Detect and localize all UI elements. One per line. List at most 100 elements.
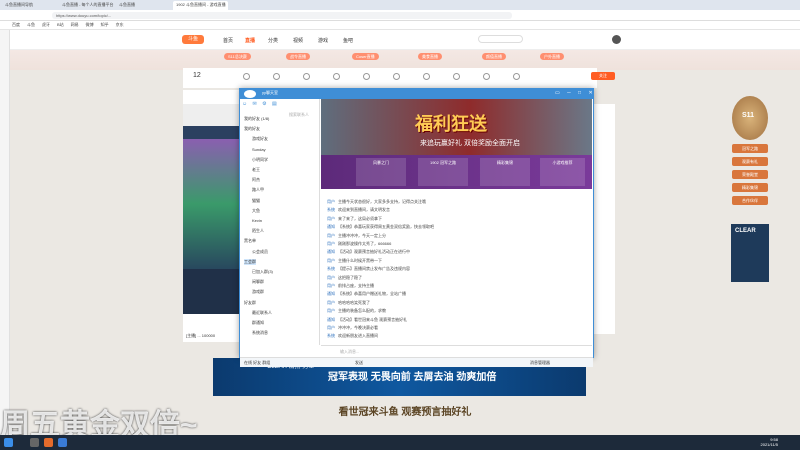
taskbar-clock[interactable]: 9:58 2021/11/5 <box>748 437 779 447</box>
contact-tree-item[interactable]: 黑名单 <box>244 238 256 244</box>
taskbar-app-icon[interactable] <box>58 438 67 447</box>
message-manager-button[interactable]: 消息管理器 <box>530 360 550 366</box>
browser-tab-active[interactable]: 1902 斗鱼直播间 - 游戏直播 <box>173 0 228 10</box>
site-search-input[interactable] <box>478 35 523 43</box>
banner-pill[interactable]: 美食直播 <box>418 53 442 60</box>
contact-tree-item[interactable]: 工会群 <box>244 258 256 265</box>
badge-icon[interactable] <box>483 73 490 80</box>
bookmark[interactable]: 虎牙 <box>42 22 50 28</box>
contact-tree-item[interactable]: 公会成员 <box>244 249 268 255</box>
advert-card[interactable]: 精彩集锦 <box>480 158 530 186</box>
nav-live[interactable]: 直播 <box>245 37 255 44</box>
advert-card[interactable]: 风暴之门 <box>356 158 406 186</box>
message-sender[interactable]: 通知 <box>327 291 335 296</box>
contact-tree-item[interactable]: 大鱼 <box>244 208 260 214</box>
contact-tree-item[interactable]: 小明同学 <box>244 157 268 163</box>
browser-tab[interactable]: 斗鱼直播 - 每个人的直播平台 <box>59 1 114 10</box>
rank-icon[interactable] <box>363 73 370 80</box>
url-input[interactable]: https://www.douyu.com/topic/... <box>52 12 512 19</box>
box-icon[interactable] <box>453 73 460 80</box>
promo-button[interactable]: 荣誉殿堂 <box>732 170 768 179</box>
send-button[interactable]: 发送 <box>355 360 363 366</box>
contact-tree-item[interactable]: 群通知 <box>244 320 264 326</box>
follow-button[interactable]: 关注 <box>591 72 615 80</box>
contact-tree-item[interactable]: 闲聊群 <box>244 279 264 285</box>
advert-card[interactable]: 小游戏推荐 <box>540 158 585 186</box>
gift-icon[interactable] <box>243 73 250 80</box>
bookmark[interactable]: 微博 <box>86 22 94 28</box>
message-sender[interactable]: 系统 <box>327 207 335 212</box>
fans-icon[interactable] <box>333 73 340 80</box>
message-sender[interactable]: 用户 <box>327 275 335 280</box>
contact-tree-item[interactable]: 路人甲 <box>244 187 264 193</box>
bookmark[interactable]: B站 <box>57 22 64 28</box>
message-input[interactable] <box>321 345 592 357</box>
banner-pill[interactable]: 战令直播 <box>286 53 310 60</box>
contact-tree-item[interactable]: 阿杰 <box>244 177 260 183</box>
side-advert[interactable]: CLEAR <box>731 224 769 282</box>
contact-tree-item[interactable]: Sunday <box>244 147 266 152</box>
contact-tree-item[interactable]: 我的好友 (1/8) <box>244 116 269 122</box>
task-icon[interactable] <box>273 73 280 80</box>
browser-tab[interactable]: 斗鱼直播间导航 <box>2 1 57 10</box>
taskbar-app-icon[interactable] <box>44 438 53 447</box>
contact-tree-item[interactable]: Kevin <box>244 218 262 223</box>
banner-pill[interactable]: S11总决赛 <box>224 53 251 60</box>
message-sender[interactable]: 通知 <box>327 249 335 254</box>
banner-pill[interactable]: Coser直播 <box>352 53 379 60</box>
message-sender[interactable]: 用户 <box>327 233 335 238</box>
message-sender[interactable]: 用户 <box>327 283 335 288</box>
bookmark[interactable]: 知乎 <box>101 22 109 28</box>
bookmark[interactable]: 京东 <box>116 22 124 28</box>
message-sender[interactable]: 用户 <box>327 300 335 305</box>
message-sender[interactable]: 用户 <box>327 308 335 313</box>
nav-category[interactable]: 分类 <box>268 37 278 44</box>
contact-search-input[interactable]: 搜索联系人 <box>289 112 309 118</box>
video-player[interactable] <box>183 104 239 314</box>
site-logo[interactable]: 斗鱼 <box>182 35 204 44</box>
nav-fishbar[interactable]: 鱼吧 <box>343 37 353 44</box>
lottery-icon[interactable] <box>423 73 430 80</box>
taskbar-app-icon[interactable] <box>30 438 39 447</box>
nav-home[interactable]: 首页 <box>223 37 233 44</box>
contact-tree-item[interactable]: 好友群 <box>244 300 256 306</box>
footer-tabs[interactable]: 在线 好友 群组 <box>244 360 270 366</box>
sidebar-toolbar[interactable]: ☺ ✉ ⚙ ▤ <box>242 101 318 109</box>
message-sender[interactable]: 通知 <box>327 224 335 229</box>
message-sender[interactable]: 系统 <box>327 266 335 271</box>
banner-pill[interactable]: 颜值直播 <box>482 53 506 60</box>
message-sender[interactable]: 用户 <box>327 325 335 330</box>
bookmark[interactable]: 百度 <box>12 22 20 28</box>
more-icon[interactable] <box>513 73 520 80</box>
banner-pill[interactable]: 户外直播 <box>540 53 564 60</box>
avatar[interactable] <box>612 35 621 44</box>
contact-tree-item[interactable]: 最近联系人 <box>244 310 272 316</box>
window-controls[interactable]: ▭ ─ □ ✕ <box>555 90 596 96</box>
nav-game[interactable]: 游戏 <box>318 37 328 44</box>
chat-titlebar[interactable] <box>240 89 593 99</box>
promo-button[interactable]: 精彩集锦 <box>732 183 768 192</box>
bookmark[interactable]: 斗鱼 <box>27 22 35 28</box>
advert-card[interactable]: 1902 冠军之路 <box>418 158 468 186</box>
share-icon[interactable] <box>393 73 400 80</box>
contact-tree-item[interactable]: 陌生人 <box>244 228 264 234</box>
contact-tree-item[interactable]: 我的好友 <box>244 126 260 132</box>
nav-video[interactable]: 视频 <box>293 37 303 44</box>
game-icon[interactable] <box>303 73 310 80</box>
contact-tree-item[interactable]: 老王 <box>244 167 260 173</box>
message-sender[interactable]: 系统 <box>327 333 335 338</box>
contact-tree-item[interactable]: 游戏好友 <box>244 136 268 142</box>
promo-button[interactable]: 观赛有礼 <box>732 157 768 166</box>
message-sender[interactable]: 用户 <box>327 199 335 204</box>
promo-button[interactable]: 冠军之路 <box>732 144 768 153</box>
browser-tab[interactable]: 斗鱼直播 <box>116 1 171 10</box>
message-sender[interactable]: 用户 <box>327 258 335 263</box>
promo-button[interactable]: 合作伙伴 <box>732 196 768 205</box>
message-sender[interactable]: 用户 <box>327 241 335 246</box>
contact-tree-item[interactable]: 游戏群 <box>244 289 264 295</box>
start-icon[interactable] <box>4 438 13 447</box>
bookmark[interactable]: 网易 <box>71 22 79 28</box>
contact-tree-item[interactable]: 系统消息 <box>244 330 268 336</box>
message-sender[interactable]: 用户 <box>327 216 335 221</box>
message-sender[interactable]: 通知 <box>327 317 335 322</box>
